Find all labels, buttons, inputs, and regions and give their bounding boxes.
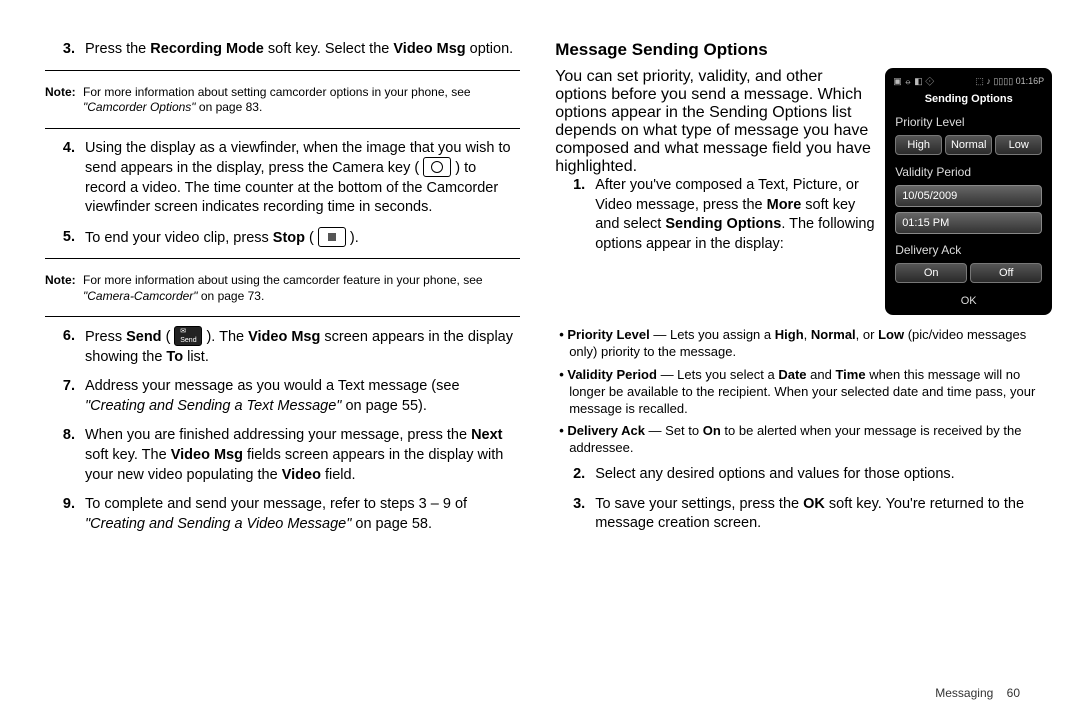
step-4: 4. Using the display as a viewfinder, wh… (45, 139, 520, 218)
phone-title: Sending Options (891, 91, 1046, 111)
divider (45, 70, 520, 71)
step-3: 3. Press the Recording Mode soft key. Se… (45, 40, 520, 60)
left-column: 3. Press the Recording Mode soft key. Se… (45, 40, 520, 700)
delivery-off-button[interactable]: Off (970, 263, 1042, 283)
phone-priority-segment: High Normal Low (891, 133, 1046, 161)
divider (45, 316, 520, 317)
note-1: Note: For more information about setting… (45, 81, 520, 120)
send-icon: ✉Send (174, 326, 202, 346)
priority-normal-button[interactable]: Normal (945, 135, 992, 155)
stop-icon (318, 227, 346, 247)
phone-time-field[interactable]: 01:15 PM (895, 212, 1042, 234)
r-step-2: 2. Select any desired options and values… (555, 465, 1050, 485)
page-footer: Messaging 60 (935, 686, 1020, 700)
phone-delivery-label: Delivery Ack (891, 239, 1046, 261)
phone-status-bar: ▣ ⦵ ◧ ⟐ ⬚ ♪ ▯▯▯▯ 01:16P (891, 74, 1046, 91)
bullet-priority: Priority Level — Lets you assign a High,… (555, 327, 1050, 361)
option-bullets: Priority Level — Lets you assign a High,… (555, 327, 1050, 457)
step-6: 6. Press Send ( ✉Send ). The Video Msg s… (45, 327, 520, 367)
phone-priority-label: Priority Level (891, 111, 1046, 133)
r-step-3: 3. To save your settings, press the OK s… (555, 495, 1050, 534)
phone-delivery-segment: On Off (891, 261, 1046, 289)
priority-high-button[interactable]: High (895, 135, 942, 155)
phone-date-field[interactable]: 10/05/2009 (895, 185, 1042, 207)
phone-validity-label: Validity Period (891, 161, 1046, 183)
bullet-delivery: Delivery Ack — Set to On to be alerted w… (555, 423, 1050, 457)
note-2: Note: For more information about using t… (45, 269, 520, 308)
bullet-validity: Validity Period — Lets you select a Date… (555, 367, 1050, 418)
divider (45, 258, 520, 259)
heading-sending-options: Message Sending Options (555, 40, 1050, 60)
step-9: 9. To complete and send your message, re… (45, 495, 520, 534)
divider (45, 128, 520, 129)
step-7: 7. Address your message as you would a T… (45, 377, 520, 416)
camera-icon (423, 157, 451, 177)
phone-screenshot: ▣ ⦵ ◧ ⟐ ⬚ ♪ ▯▯▯▯ 01:16P Sending Options … (885, 68, 1050, 315)
delivery-on-button[interactable]: On (895, 263, 967, 283)
step-5: 5. To end your video clip, press Stop ( … (45, 228, 520, 248)
right-column: Message Sending Options ▣ ⦵ ◧ ⟐ ⬚ ♪ ▯▯▯▯… (555, 40, 1050, 700)
r-step-1: 1. After you've composed a Text, Picture… (555, 176, 875, 254)
priority-low-button[interactable]: Low (995, 135, 1042, 155)
step-8: 8. When you are finished addressing your… (45, 426, 520, 485)
phone-ok-softkey[interactable]: OK (891, 289, 1046, 309)
